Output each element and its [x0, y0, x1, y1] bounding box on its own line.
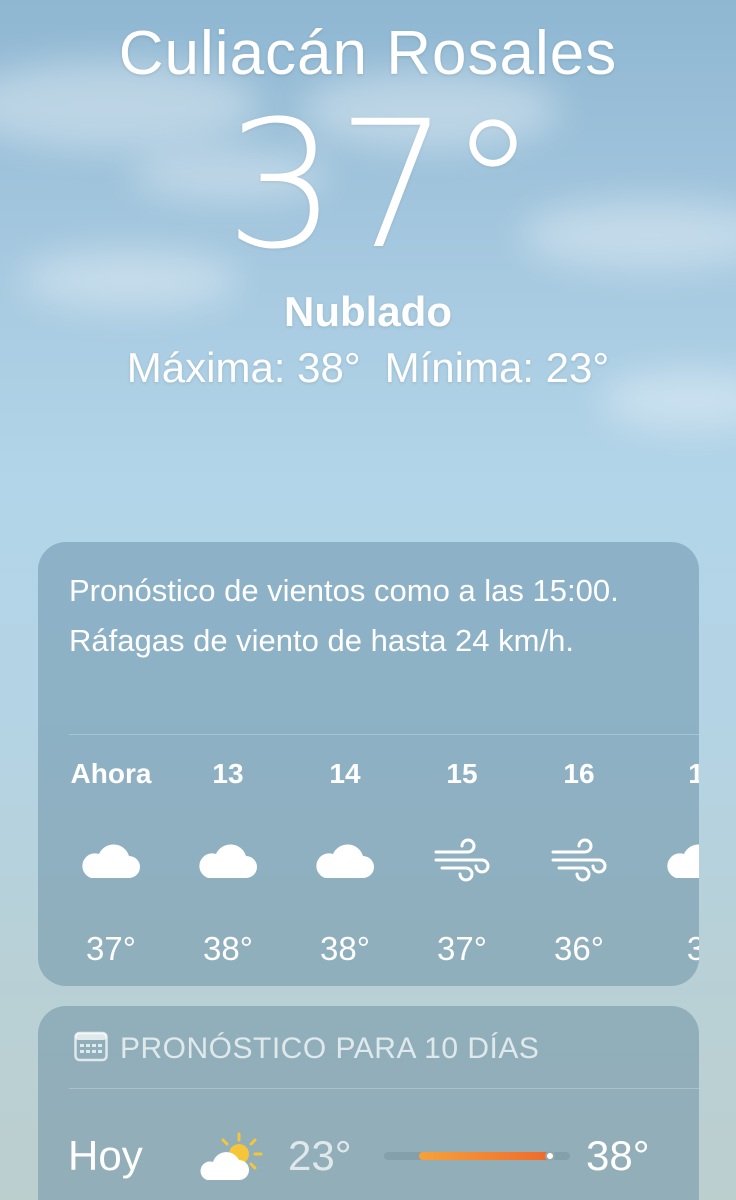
- hour-temperature: 38°: [320, 930, 370, 967]
- calendar-icon: [74, 1031, 108, 1062]
- temperature-range-bar: [384, 1151, 570, 1161]
- hour-column: Ahora 37°: [56, 742, 166, 986]
- hour-column: 13 38°: [173, 742, 283, 986]
- current-condition: Nublado: [284, 288, 452, 335]
- ten-day-title-text: PRONÓSTICO PARA 10 DÍAS: [120, 1032, 540, 1065]
- cloud-icon: [198, 838, 258, 882]
- cloud-icon: [666, 838, 699, 882]
- hourly-strip[interactable]: Ahora 37° 13 38° 14 38° 15 37° 16 36° 1 3: [38, 742, 699, 986]
- low-temperature: Mínima: 23°: [384, 344, 610, 391]
- hour-column: 15 37°: [407, 742, 517, 986]
- ten-day-forecast-title: PRONÓSTICO PARA 10 DÍAS: [74, 1030, 539, 1066]
- hour-column: 13: [641, 742, 699, 986]
- day-row-today[interactable]: Hoy 23° 38°: [38, 1110, 699, 1200]
- hourly-forecast-card[interactable]: Pronóstico de vientos como a las 15:00. …: [38, 542, 699, 986]
- ten-day-forecast-card[interactable]: PRONÓSTICO PARA 10 DÍAS Hoy 23° 38°: [38, 1006, 699, 1200]
- city-name: Culiacán Rosales: [118, 19, 618, 88]
- hour-label: Ahora: [70, 758, 152, 789]
- hour-temperature: 37°: [86, 930, 136, 967]
- daily-divider: [69, 1088, 699, 1089]
- hour-column: 14 38°: [290, 742, 400, 986]
- hour-label: 16: [563, 758, 595, 789]
- hour-label: 13: [212, 758, 244, 789]
- current-temperature-marker: [544, 1151, 555, 1161]
- hour-temperature: 3: [686, 930, 699, 967]
- hour-label: 14: [329, 758, 361, 789]
- day-high-temp: 38°: [586, 1132, 650, 1179]
- day-low-temp: 23°: [288, 1132, 352, 1179]
- wind-icon: [432, 838, 492, 882]
- wind-icon: [549, 838, 609, 882]
- wind-forecast-summary: Pronóstico de vientos como a las 15:00. …: [69, 573, 619, 658]
- cloud-icon: [315, 838, 375, 882]
- partly-cloudy-sun-icon: [200, 1132, 263, 1180]
- day-name: Hoy: [68, 1132, 143, 1179]
- hour-temperature: 37°: [437, 930, 487, 967]
- hourly-divider: [69, 734, 699, 735]
- hour-temperature: 36°: [554, 930, 604, 967]
- high-low-temperatures: Máxima: 38° Mínima: 23°: [0, 344, 736, 392]
- temperature-range-fill: [419, 1152, 550, 1160]
- hour-label: 15: [446, 758, 478, 789]
- hour-label: 1: [688, 758, 699, 789]
- hour-column: 16 36°: [524, 742, 634, 986]
- cloud-icon: [81, 838, 141, 882]
- high-temperature: Máxima: 38°: [126, 344, 361, 391]
- current-temperature: 37°: [225, 83, 537, 288]
- hour-temperature: 38°: [203, 930, 253, 967]
